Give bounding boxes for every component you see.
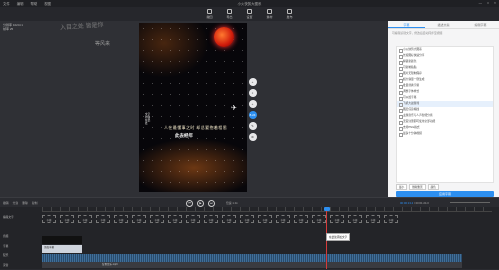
font-size-select[interactable]: 最小 (396, 184, 407, 190)
text-clip[interactable]: 字幕 (222, 215, 236, 223)
minimize-icon[interactable]: — (479, 1, 482, 5)
play-icon[interactable]: ▶ (197, 200, 204, 207)
airplane-sticker[interactable]: ✈ (231, 104, 237, 112)
zoom-slider[interactable] (450, 202, 490, 203)
text-clip[interactable]: 字幕 (204, 215, 218, 223)
text-clip[interactable]: 字幕 (384, 215, 398, 223)
subtitle-clip[interactable]: 添加字幕 (42, 245, 82, 253)
edit-actions: 撤销 分割 删除 复制 (3, 201, 37, 205)
publish-button[interactable]: 发布 (287, 9, 293, 19)
copy-action[interactable]: 复制 (32, 201, 38, 205)
settings-icon[interactable]: ⚙ (249, 133, 257, 141)
undo-action[interactable]: 撤销 (3, 201, 9, 205)
maximize-icon[interactable]: □ (487, 1, 489, 5)
poster-text-line1[interactable]: 人在最懂事之时 却总要抱着相思 (164, 125, 227, 131)
material-button[interactable]: 素材 (267, 9, 273, 19)
menu-view[interactable]: 视图 (44, 2, 51, 6)
text-clip[interactable]: 字幕 (114, 215, 128, 223)
color-picker[interactable]: 颜色 (428, 184, 439, 190)
tooltip: 在此处添加文字 (326, 233, 350, 241)
track-label-audio: 音频 (0, 232, 42, 242)
settings-button[interactable]: 设置 (246, 9, 252, 19)
text-clip[interactable]: 字幕 (258, 215, 272, 223)
video-clip[interactable] (42, 236, 82, 244)
text-clip[interactable]: 字幕 (132, 215, 146, 223)
export-icon (227, 9, 232, 14)
tab-subtitle[interactable]: 字幕 (388, 21, 425, 28)
remove-button[interactable]: × (249, 89, 257, 97)
background-decor-text-2: 等风来 (95, 40, 110, 47)
menu-bar: 文件 编辑 帮助 视图 (3, 1, 57, 6)
music-clip[interactable]: 背景音乐.mp3 (42, 262, 462, 268)
settings-icon (247, 9, 252, 14)
track-labels: 编辑文字 音频 字幕 配乐 录音 (0, 213, 42, 270)
material-icon (267, 9, 272, 14)
text-clip[interactable]: 字幕 (312, 215, 326, 223)
resolution-info: 分辨率 1024×1 帧率 25 (3, 23, 23, 31)
time-display: 00:00:13.2 / 00:01:24.0 (400, 201, 429, 205)
text-clip[interactable]: 字幕 (96, 215, 110, 223)
close-icon[interactable]: × (494, 1, 496, 5)
text-clip[interactable]: 字幕 (348, 215, 362, 223)
menu-edit[interactable]: 编辑 (17, 2, 24, 6)
playback-bar: 撤销 分割 删除 复制 ⏮ ▶ ⏭ 倍速 1.0x 00:00:13.2 / 0… (0, 197, 499, 207)
text-clip[interactable]: 字幕 (240, 215, 254, 223)
edit-icon[interactable]: ✎ (249, 122, 257, 130)
floating-tools: + × + 8.24 ✎ ⚙ (248, 78, 257, 141)
subtitle-list-item[interactable]: 最多十分钟视频 (397, 131, 493, 137)
main-toolbar: 撤回 导出 设置 素材 发布 (0, 7, 499, 21)
text-clip[interactable]: 字幕 (294, 215, 308, 223)
text-clip[interactable]: 字幕 (276, 215, 290, 223)
zoom-level-button[interactable]: 8.24 (249, 111, 257, 119)
text-clip[interactable]: 字幕 (168, 215, 182, 223)
text-clip[interactable]: 字幕 (42, 215, 56, 223)
window-title: 小火快剪大图系 (0, 1, 499, 6)
previous-icon[interactable]: ⏮ (186, 200, 193, 207)
export-button[interactable]: 导出 (226, 9, 232, 19)
subtitle-list[interactable]: 小火快剪大图系长按图标快速分享解锁新颜色可复制粘贴图片无限制保存超大容量一键生成… (396, 46, 494, 183)
panel-hint: 可编辑识别文字，修改后自动同步至视频 (388, 29, 499, 37)
text-clip[interactable]: 字幕 (186, 215, 200, 223)
next-icon[interactable]: ⏭ (208, 200, 215, 207)
track-label-music: 配乐 (0, 251, 42, 261)
track-label-text: 编辑文字 (0, 213, 42, 223)
timeline: 编辑文字 音频 字幕 配乐 录音 字幕字幕字幕字幕字幕字幕字幕字幕字幕字幕字幕字… (0, 207, 499, 269)
publish-icon (287, 9, 292, 14)
speed-select[interactable]: 倍速 1.0x (226, 201, 238, 205)
menu-file[interactable]: 文件 (3, 2, 10, 6)
undo-icon (207, 9, 212, 14)
poster-text-line2[interactable]: 此去经年 (175, 133, 193, 139)
text-clip[interactable]: 字幕 (60, 215, 74, 223)
window-controls: — □ × (479, 1, 496, 5)
menu-help[interactable]: 帮助 (30, 2, 37, 6)
zoom-in-button[interactable]: + (249, 100, 257, 108)
text-clip[interactable]: 字幕 (330, 215, 344, 223)
text-clip[interactable]: 字幕 (78, 215, 92, 223)
add-button[interactable]: + (249, 78, 257, 86)
playback-controls: ⏮ ▶ ⏭ (186, 200, 215, 207)
red-sun-image (214, 27, 234, 47)
track-label-subtitle: 字幕 (0, 242, 42, 252)
text-track: 字幕字幕字幕字幕字幕字幕字幕字幕字幕字幕字幕字幕字幕字幕字幕字幕字幕字幕字幕字幕 (42, 215, 492, 223)
subtitle-panel: 字幕 描述文案 编辑字幕 可编辑识别文字，修改后自动同步至视频 小火快剪大图系长… (388, 21, 499, 197)
font-family-select[interactable]: 微软雅黑 (409, 184, 425, 190)
title-bar: 文件 编辑 帮助 视图 小火快剪大图系 — □ × (0, 0, 499, 7)
split-action[interactable]: 分割 (13, 201, 19, 205)
text-clip[interactable]: 字幕 (150, 215, 164, 223)
delete-action[interactable]: 删除 (22, 201, 28, 205)
time-ruler[interactable] (42, 207, 492, 212)
poster-vertical-text[interactable]: 文字内容在此处 (145, 113, 151, 125)
tab-edit-subtitle[interactable]: 编辑字幕 (462, 21, 499, 28)
text-clip[interactable]: 字幕 (366, 215, 380, 223)
audio-waveform[interactable] (42, 254, 462, 262)
format-controls: 最小 微软雅黑 颜色 (396, 184, 494, 190)
track-label-blank (0, 223, 42, 233)
undo-button[interactable]: 撤回 (206, 9, 212, 19)
panel-tabs: 字幕 描述文案 编辑字幕 (388, 21, 499, 29)
tab-description[interactable]: 描述文案 (425, 21, 462, 28)
